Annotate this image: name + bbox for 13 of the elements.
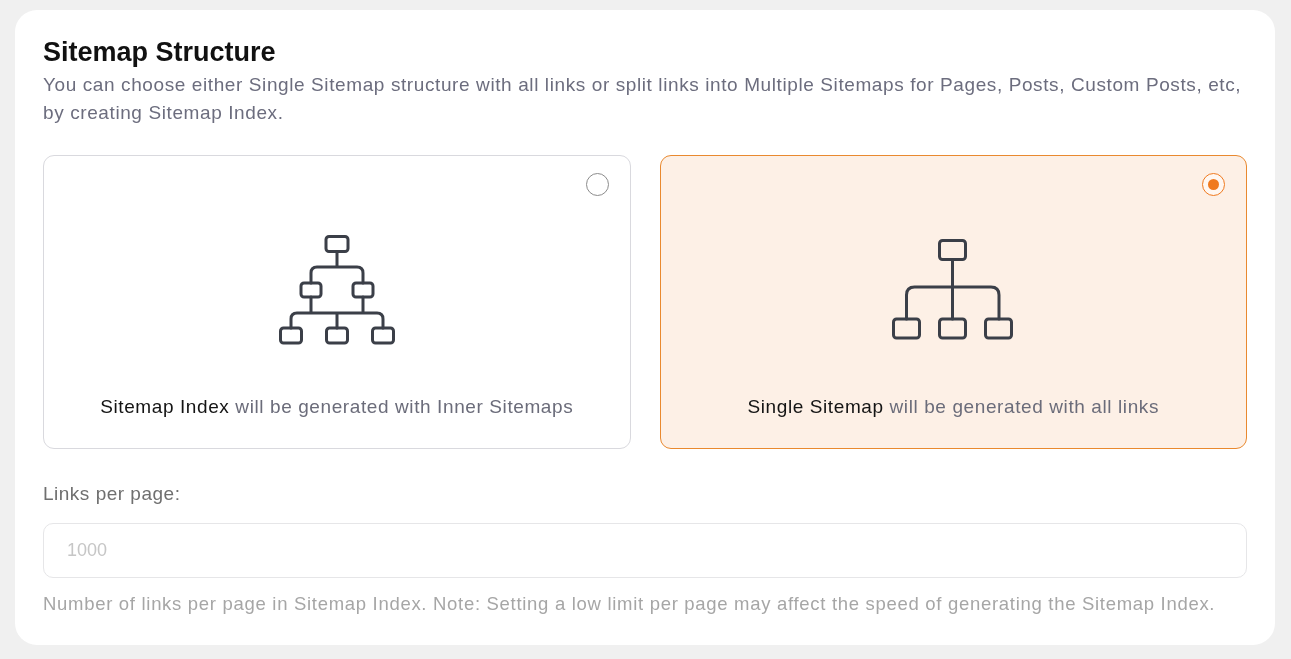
two-level-tree-icon xyxy=(891,238,1016,341)
section-title: Sitemap Structure xyxy=(43,36,276,69)
help-text: Number of links per page in Sitemap Index. Note: Setting a low limit per page may affect the speed of generating the Sitemap Index. xyxy=(43,592,1216,616)
option-card[interactable]: Sitemap Index will be generated with Inner Sitemaps xyxy=(43,155,631,449)
section-description: You can choose either Single Sitemap structure with all links or split links into Multiple Sitemaps for Pages, Posts, Custom Posts, etc, by creating Sitemap Index. xyxy=(43,73,1243,125)
three-level-tree-icon xyxy=(277,233,396,346)
radio-button[interactable] xyxy=(1202,173,1225,196)
field-label: Links per page: xyxy=(43,482,181,506)
links-per-page-input[interactable]: 1000 xyxy=(43,523,1247,578)
option-caption: Sitemap Index will be generated with Inner Sitemaps xyxy=(100,395,574,419)
option-card[interactable]: Single Sitemap will be generated with all links xyxy=(659,155,1247,449)
option-caption: Single Sitemap will be generated with all links xyxy=(747,395,1160,419)
radio-button[interactable] xyxy=(585,173,609,196)
